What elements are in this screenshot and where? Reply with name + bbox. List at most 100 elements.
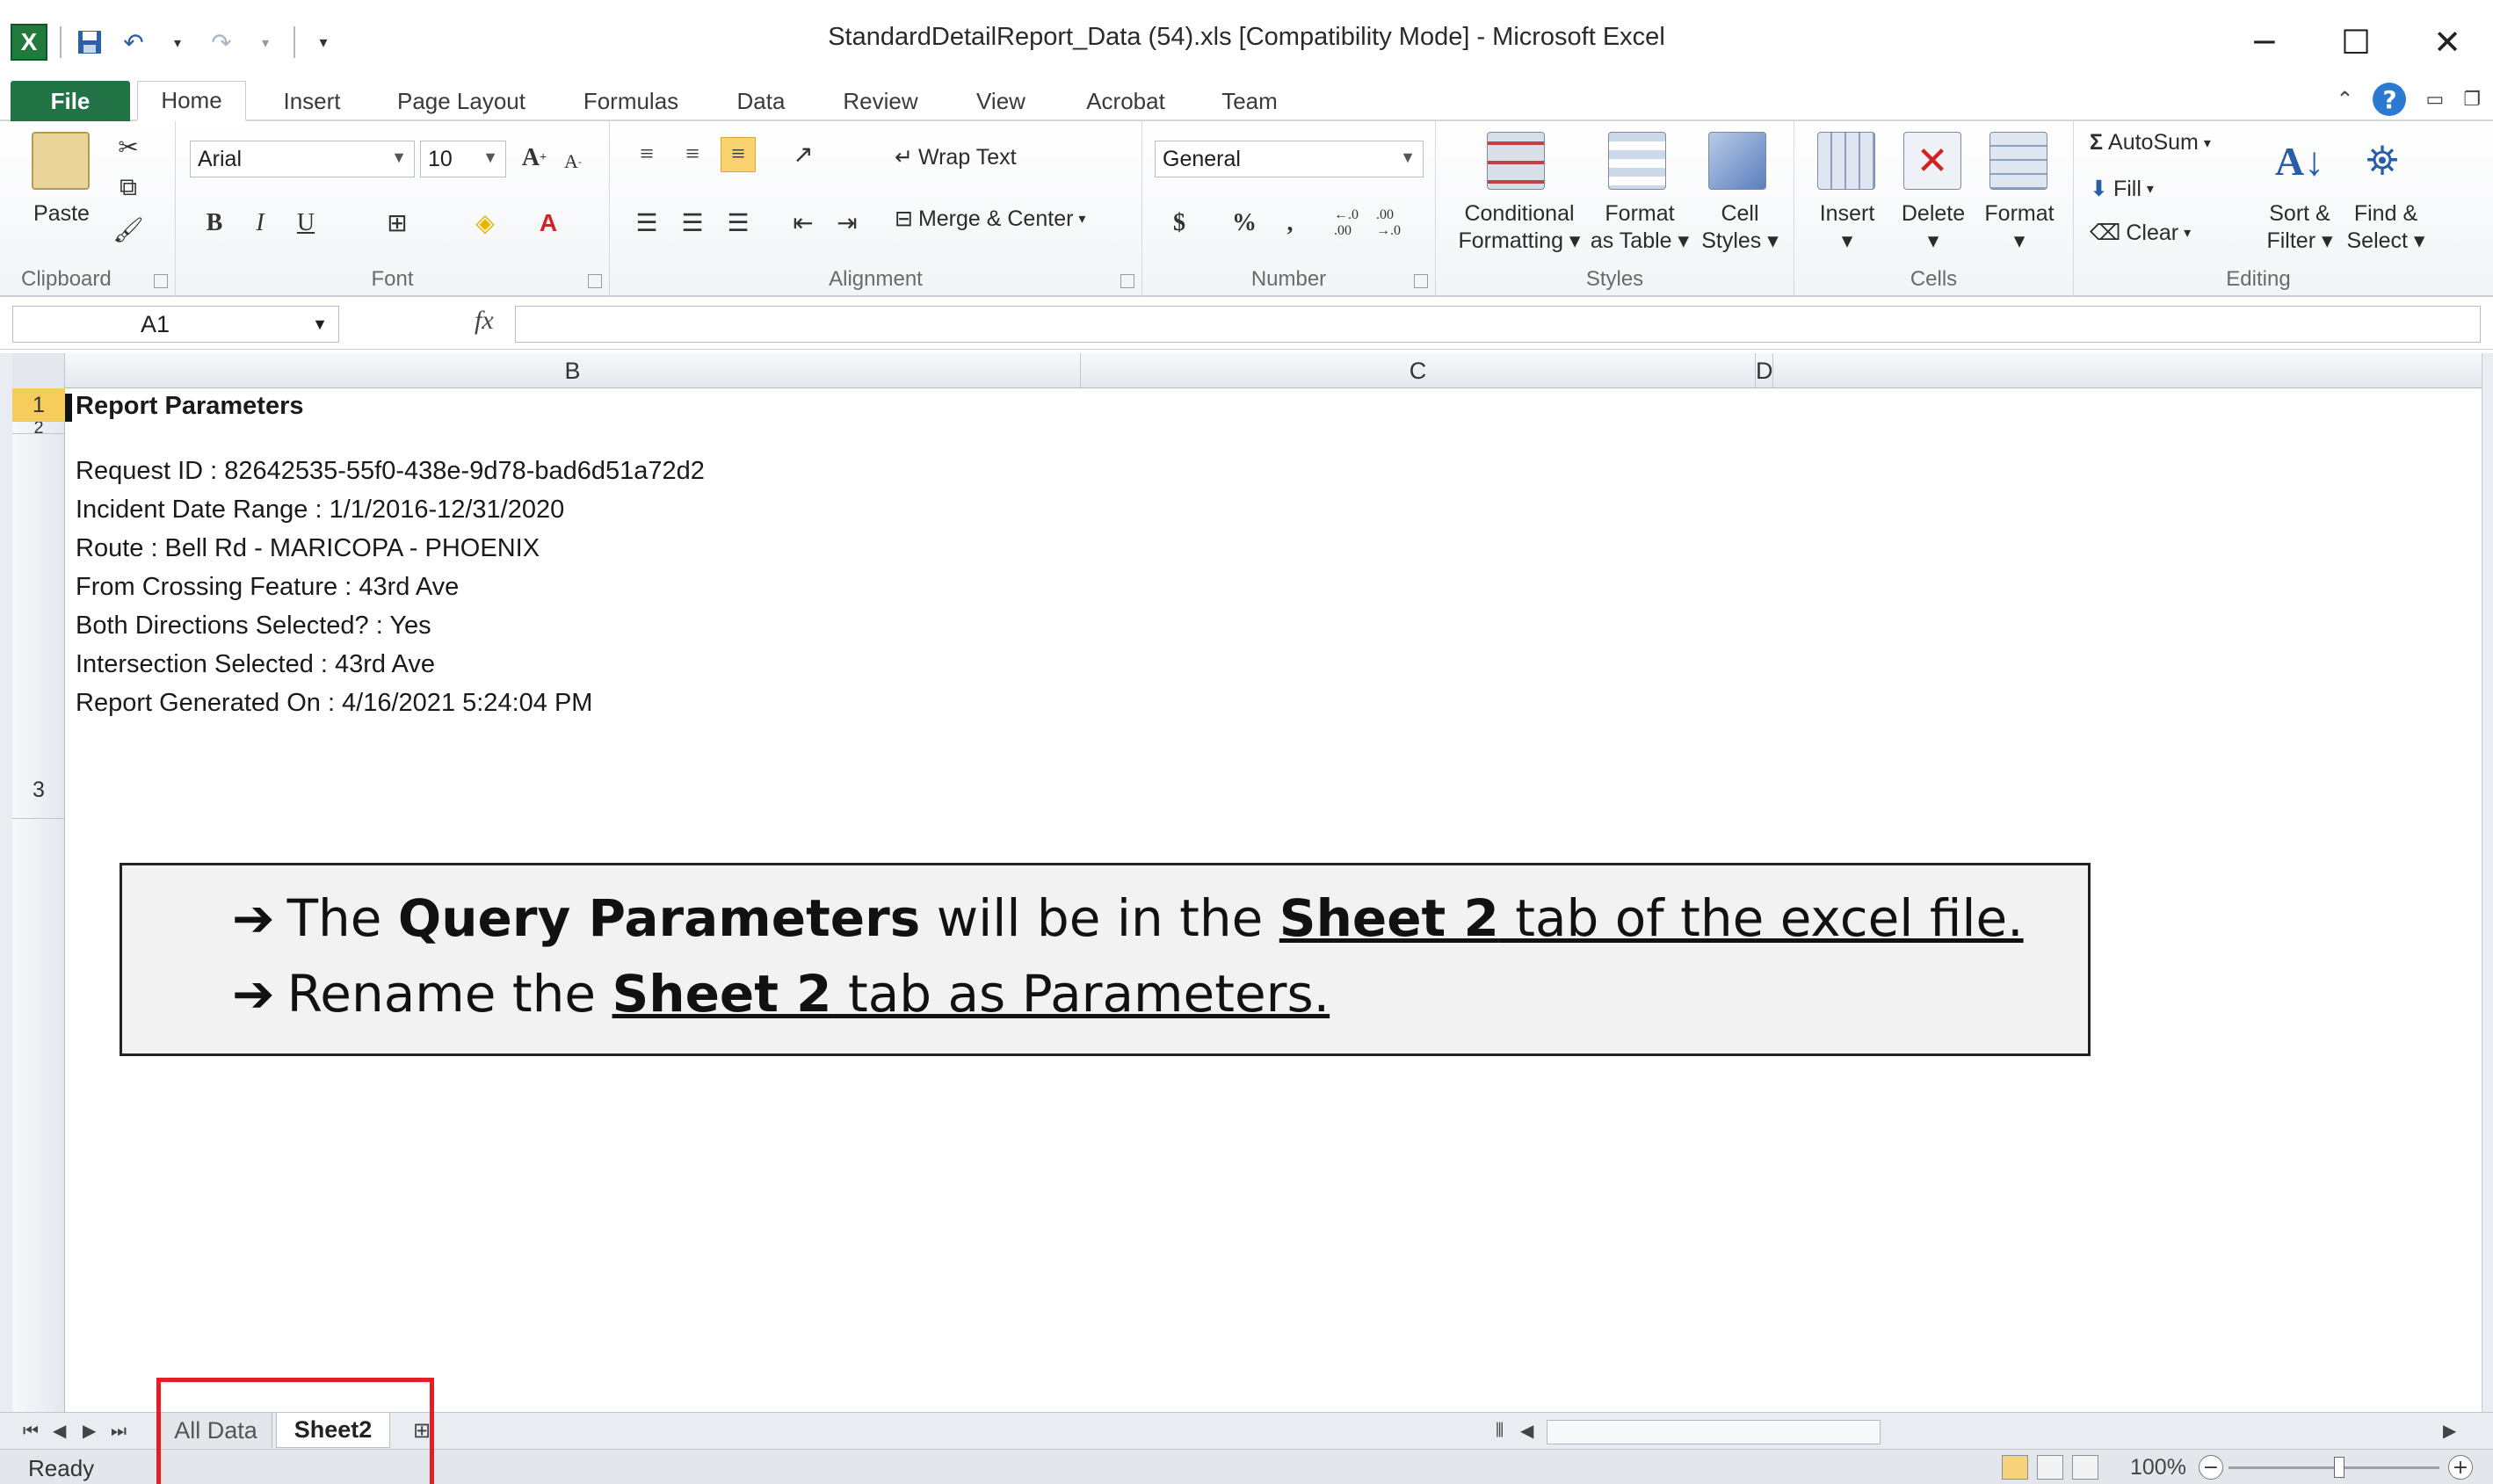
- percent-button[interactable]: %: [1227, 206, 1262, 241]
- borders-icon[interactable]: ⊞: [380, 206, 415, 241]
- maximize-button[interactable]: ☐: [2310, 0, 2402, 84]
- first-sheet-icon[interactable]: ⏮: [23, 1420, 39, 1441]
- bold-button[interactable]: B: [197, 206, 232, 241]
- sort-filter-icon[interactable]: A↓: [2271, 132, 2329, 190]
- cell-line[interactable]: Both Directions Selected? : Yes: [76, 612, 431, 641]
- insert-cells-button[interactable]: Insert ▾: [1803, 200, 1891, 255]
- wrap-text-button[interactable]: ↵ Wrap Text: [895, 144, 1017, 170]
- cell-line[interactable]: Route : Bell Rd - MARICOPA - PHOENIX: [76, 534, 540, 563]
- font-size-combo[interactable]: 10 ▼: [420, 141, 506, 177]
- last-sheet-icon[interactable]: ⏭: [111, 1420, 127, 1441]
- name-box[interactable]: A1 ▼: [12, 306, 339, 343]
- vertical-scrollbar[interactable]: [2482, 353, 2493, 1412]
- format-as-table-icon[interactable]: [1608, 132, 1666, 190]
- tab-home[interactable]: Home: [137, 81, 246, 121]
- zoom-slider-thumb[interactable]: [2334, 1457, 2344, 1478]
- insert-function-icon[interactable]: fx: [475, 306, 494, 336]
- orientation-icon[interactable]: ↗: [786, 137, 821, 172]
- workbook-restore-icon[interactable]: ❐: [2463, 89, 2481, 111]
- row-header-3[interactable]: 3: [12, 434, 65, 819]
- copy-icon[interactable]: ⧉: [111, 170, 146, 206]
- conditional-formatting-icon[interactable]: [1487, 132, 1545, 190]
- comma-button[interactable]: ,: [1272, 206, 1308, 241]
- minimize-ribbon-icon[interactable]: ⌃: [2336, 87, 2353, 112]
- tab-review[interactable]: Review: [826, 81, 935, 121]
- tab-team[interactable]: Team: [1206, 81, 1294, 121]
- horizontal-scrollbar[interactable]: [1547, 1420, 1881, 1444]
- tab-view[interactable]: View: [958, 81, 1044, 121]
- tab-insert[interactable]: Insert: [264, 81, 360, 121]
- cell-styles-icon[interactable]: [1708, 132, 1766, 190]
- column-header-d[interactable]: D: [1756, 353, 1773, 388]
- page-break-view-button[interactable]: [2072, 1455, 2098, 1480]
- increase-decimal-button[interactable]: ←.0 .00: [1334, 206, 1374, 241]
- decrease-decimal-button[interactable]: .00 →.0: [1376, 206, 1417, 241]
- align-top-icon[interactable]: ≡: [629, 137, 664, 172]
- cell-line[interactable]: Intersection Selected : 43rd Ave: [76, 650, 435, 679]
- autosum-button[interactable]: Σ AutoSum ▾: [2090, 130, 2211, 156]
- column-header-b[interactable]: B: [65, 353, 1081, 388]
- conditional-formatting-button[interactable]: Conditional Formatting ▾: [1436, 200, 1603, 255]
- find-select-button[interactable]: Find & Select ▾: [2337, 200, 2434, 255]
- close-button[interactable]: ✕: [2402, 0, 2493, 84]
- italic-button[interactable]: I: [243, 206, 278, 241]
- cell-line[interactable]: Incident Date Range : 1/1/2016-12/31/202…: [76, 496, 564, 525]
- page-layout-view-button[interactable]: [2037, 1455, 2063, 1480]
- align-left-icon[interactable]: ☰: [629, 206, 664, 241]
- tab-file[interactable]: File: [11, 81, 130, 121]
- tab-page-layout[interactable]: Page Layout: [378, 81, 545, 121]
- cell-line[interactable]: From Crossing Feature : 43rd Ave: [76, 573, 459, 602]
- dialog-launcher-icon[interactable]: [588, 274, 602, 288]
- row-header-1[interactable]: 1: [12, 388, 65, 422]
- tab-data[interactable]: Data: [719, 81, 803, 121]
- dialog-launcher-icon[interactable]: [1120, 274, 1134, 288]
- scroll-right-icon[interactable]: ▶: [2443, 1420, 2456, 1441]
- fill-button[interactable]: ⬇ Fill ▾: [2090, 176, 2154, 202]
- next-sheet-icon[interactable]: ▶: [83, 1420, 96, 1441]
- format-cells-icon[interactable]: [1989, 132, 2047, 190]
- binoculars-icon[interactable]: ⛯: [2353, 132, 2411, 190]
- align-middle-icon[interactable]: ≡: [675, 137, 710, 172]
- cell-line[interactable]: Report Generated On : 4/16/2021 5:24:04 …: [76, 689, 592, 718]
- sort-filter-button[interactable]: Sort & Filter ▾: [2251, 200, 2348, 255]
- format-painter-icon[interactable]: 🖌: [111, 213, 146, 248]
- column-header-c[interactable]: C: [1081, 353, 1756, 388]
- tab-formulas[interactable]: Formulas: [567, 81, 695, 121]
- dialog-launcher-icon[interactable]: [1414, 274, 1428, 288]
- zoom-in-button[interactable]: +: [2448, 1455, 2473, 1480]
- tab-split-handle-icon[interactable]: ⫴: [1496, 1420, 1504, 1442]
- delete-cells-button[interactable]: Delete ▾: [1889, 200, 1977, 255]
- currency-button[interactable]: $: [1162, 206, 1197, 241]
- minimize-button[interactable]: ─: [2219, 0, 2310, 84]
- help-icon[interactable]: ?: [2373, 83, 2407, 116]
- row-header-2[interactable]: 2: [12, 422, 65, 434]
- prev-sheet-icon[interactable]: ◀: [53, 1420, 66, 1441]
- merge-center-button[interactable]: ⊟ Merge & Center ▾: [895, 206, 1085, 232]
- font-name-combo[interactable]: Arial ▼: [190, 141, 415, 177]
- paste-button[interactable]: Paste: [18, 200, 105, 228]
- increase-indent-icon[interactable]: ⇥: [830, 206, 865, 241]
- font-color-icon[interactable]: A: [531, 206, 566, 241]
- shrink-font-icon[interactable]: A-: [555, 144, 591, 179]
- scroll-left-icon[interactable]: ◀: [1520, 1420, 1533, 1441]
- restore-window-icon[interactable]: ▭: [2425, 89, 2444, 111]
- cell-styles-button[interactable]: Cell Styles ▾: [1696, 200, 1784, 255]
- zoom-level[interactable]: 100%: [2130, 1455, 2186, 1480]
- cell-report-parameters[interactable]: Report Parameters: [76, 392, 304, 421]
- zoom-out-button[interactable]: −: [2199, 1455, 2223, 1480]
- grow-font-icon[interactable]: A +: [517, 141, 552, 176]
- align-center-icon[interactable]: ☰: [675, 206, 710, 241]
- format-cells-button[interactable]: Format ▾: [1974, 200, 2065, 255]
- underline-button[interactable]: U: [288, 206, 323, 241]
- paste-icon[interactable]: [32, 132, 90, 190]
- format-as-table-button[interactable]: Format as Table ▾: [1585, 200, 1694, 255]
- align-bottom-icon[interactable]: ≡: [721, 137, 756, 172]
- insert-cells-icon[interactable]: [1817, 132, 1875, 190]
- normal-view-button[interactable]: [2002, 1455, 2028, 1480]
- fill-color-icon[interactable]: ◈: [467, 206, 503, 241]
- align-right-icon[interactable]: ☰: [721, 206, 756, 241]
- cut-icon[interactable]: ✂: [111, 130, 146, 165]
- decrease-indent-icon[interactable]: ⇤: [786, 206, 821, 241]
- select-all-corner[interactable]: [12, 353, 65, 388]
- cell-line[interactable]: Request ID : 82642535-55f0-438e-9d78-bad…: [76, 457, 705, 486]
